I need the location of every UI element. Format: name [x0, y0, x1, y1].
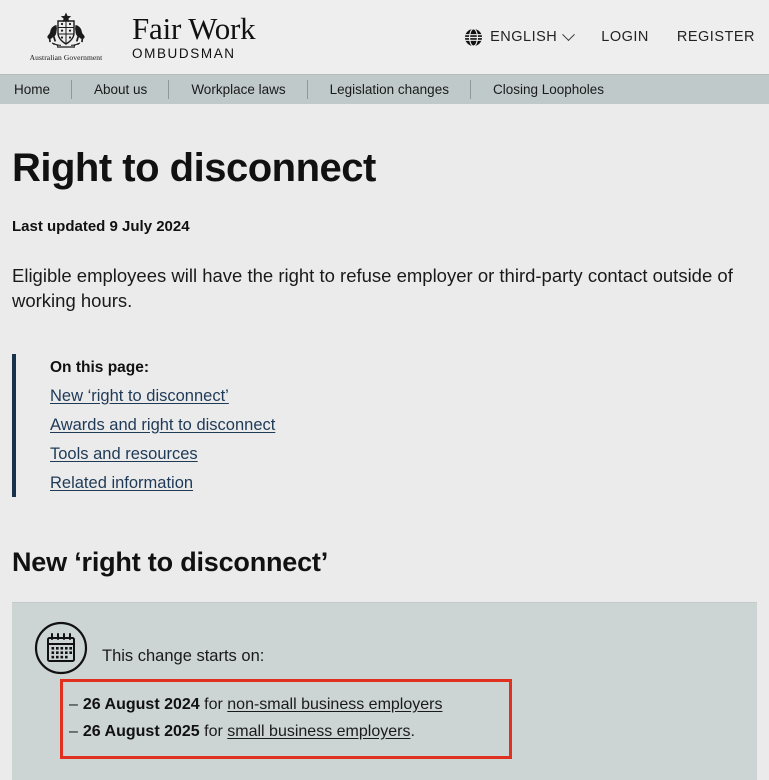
link-non-small-business-employers[interactable]: non-small business employers	[227, 696, 442, 713]
brand-wordmark: Fair Work OMBUDSMAN	[132, 11, 256, 62]
start-date-callout: This change starts on: –26 August 2024 f…	[12, 601, 757, 780]
start-date-2024: 26 August 2024	[82, 695, 200, 713]
on-this-page-link-related-information[interactable]: Related information	[50, 474, 193, 493]
calendar-icon	[34, 621, 88, 675]
language-selector[interactable]: ENGLISH	[464, 27, 576, 47]
connector-text: for	[199, 695, 228, 713]
nav-item-closing-loopholes[interactable]: Closing Loopholes	[493, 75, 604, 105]
on-this-page-link-new-right-to-disconnect[interactable]: New ‘right to disconnect’	[50, 387, 229, 406]
nav-item-legislation-changes[interactable]: Legislation changes	[330, 75, 472, 105]
last-updated-text: Last updated 9 July 2024	[12, 218, 190, 235]
callout-header: This change starts on:	[34, 621, 737, 675]
connector-text: for	[199, 722, 228, 740]
brand-logo-link[interactable]: Australian Government Fair Work OMBUDSMA…	[14, 11, 256, 62]
main-content: Right to disconnect Last updated 9 July …	[0, 147, 769, 780]
start-date-row-small-business: –26 August 2025 for small business emplo…	[69, 718, 509, 745]
page-title: Right to disconnect	[12, 146, 376, 190]
crest-caption: Australian Government	[29, 53, 103, 62]
on-this-page-link-awards-and-right-to-disconnect[interactable]: Awards and right to disconnect	[50, 416, 275, 435]
link-small-business-employers[interactable]: small business employers	[227, 723, 410, 740]
bullet-dash: –	[69, 722, 78, 740]
callout-lead-text: This change starts on:	[102, 647, 265, 666]
section-heading-new-right-to-disconnect: New ‘right to disconnect’	[12, 546, 329, 577]
start-dates-highlight-box: –26 August 2024 for non-small business e…	[60, 678, 512, 760]
site-header: Australian Government Fair Work OMBUDSMA…	[0, 0, 769, 74]
start-date-2025: 26 August 2025	[82, 722, 200, 740]
intro-paragraph: Eligible employees will have the right t…	[12, 265, 733, 312]
australian-coat-of-arms-icon: Australian Government	[14, 12, 118, 62]
login-link[interactable]: LOGIN	[601, 29, 649, 45]
on-this-page-box: On this page: New ‘right to disconnect’ …	[12, 353, 757, 497]
language-label: ENGLISH	[490, 29, 558, 45]
register-link[interactable]: REGISTER	[677, 29, 755, 45]
globe-icon	[464, 27, 483, 47]
on-this-page-title: On this page:	[50, 358, 150, 376]
brand-line-2: OMBUDSMAN	[132, 46, 236, 62]
header-actions: ENGLISH LOGIN REGISTER	[464, 27, 757, 47]
nav-item-about-us[interactable]: About us	[94, 75, 170, 105]
start-date-row-non-small-business: –26 August 2024 for non-small business e…	[69, 691, 509, 718]
nav-item-workplace-laws[interactable]: Workplace laws	[191, 75, 308, 105]
bullet-dash: –	[69, 695, 78, 713]
on-this-page-link-tools-and-resources[interactable]: Tools and resources	[50, 445, 198, 464]
brand-line-1: Fair Work	[132, 11, 256, 47]
tail-text: .	[410, 722, 415, 740]
nav-item-home[interactable]: Home	[14, 75, 73, 105]
chevron-down-icon	[562, 27, 576, 41]
main-navigation: Home About us Workplace laws Legislation…	[0, 74, 769, 104]
